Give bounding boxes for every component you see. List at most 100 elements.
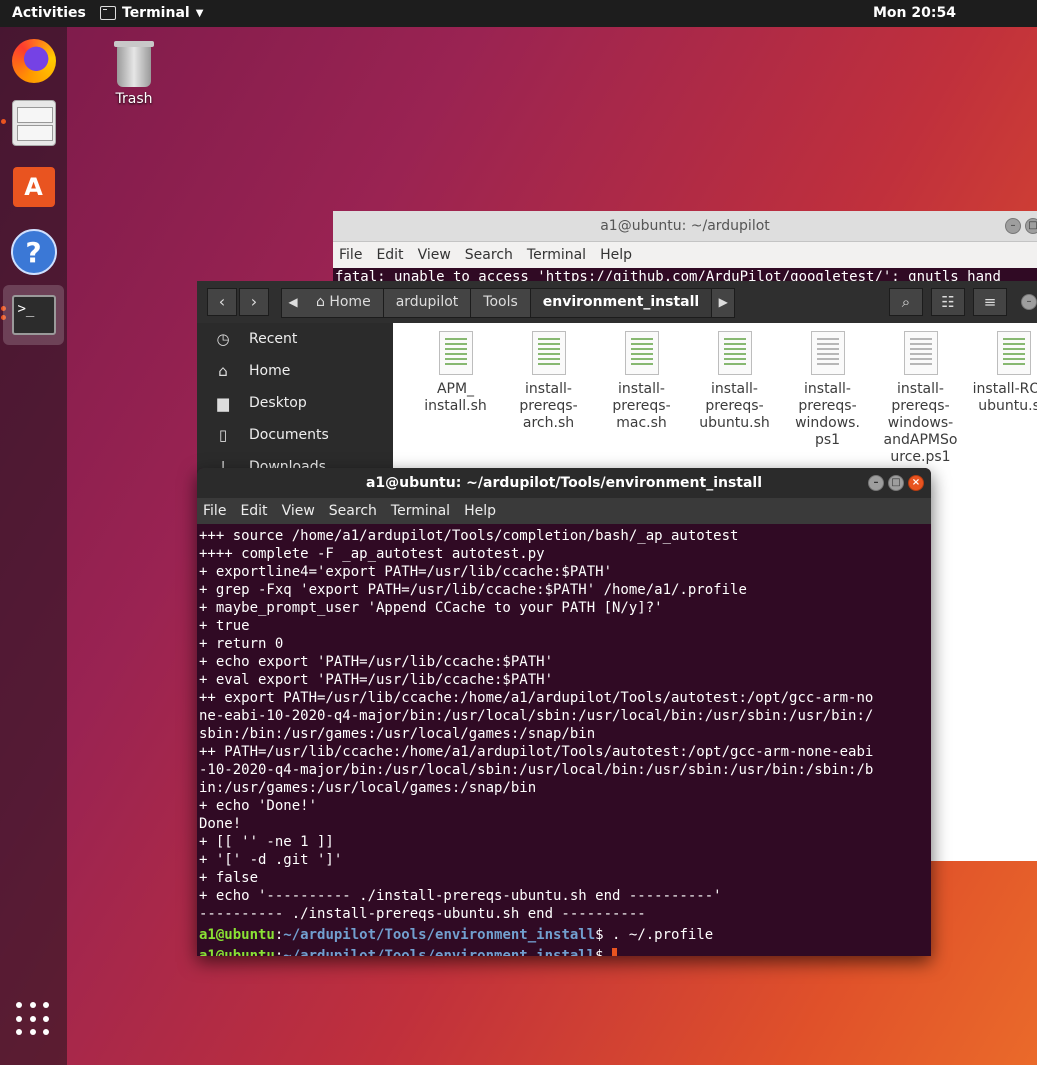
forward-button[interactable]: › [239,288,269,316]
file-item[interactable]: install-ROS- ubuntu.sh [967,331,1037,466]
path-left-icon[interactable]: ◀ [282,289,304,317]
crumb-environment-install[interactable]: environment_install [530,289,713,317]
app-menu[interactable]: Terminal ▼ [100,5,203,21]
dock-firefox[interactable] [3,31,64,91]
file-item[interactable]: APM_ install.sh [409,331,502,466]
file-grid: APM_ install.sh install- prereqs- arch.s… [409,331,1037,466]
menu-search[interactable]: Search [329,503,377,519]
document-icon: ▯ [218,426,228,444]
minimize-button[interactable]: – [1005,218,1021,234]
dock-terminal[interactable]: >_ [3,285,64,345]
script-file-icon [996,331,1031,375]
view-toggle-icon[interactable]: ☷ [931,288,965,316]
activities-button[interactable]: Activities [12,5,86,21]
terminal-mini-icon [100,6,116,20]
sidebar-item-label: Desktop [249,395,307,411]
text-file-icon [810,331,845,375]
maximize-button[interactable]: □ [1025,218,1037,234]
file-item[interactable]: install- prereqs- ubuntu.sh [688,331,781,466]
maximize-button[interactable]: □ [888,475,904,491]
terminal-icon: >_ [11,295,56,335]
menu-edit[interactable]: Edit [376,247,403,263]
file-label: install-ROS- ubuntu.sh [972,381,1037,414]
minimize-button[interactable]: – [868,475,884,491]
show-applications-icon[interactable] [16,1002,50,1036]
prompt-path: ~/ardupilot/Tools/environment_install [283,927,596,943]
path-right-icon[interactable]: ▶ [712,289,735,317]
terminal-content[interactable]: +++ source /home/a1/ardupilot/Tools/comp… [197,524,931,956]
dock: A ? >_ [0,27,67,1065]
crumb-tools[interactable]: Tools [471,289,531,317]
search-icon[interactable]: ⌕ [889,288,923,316]
top-bar: Activities Terminal ▼ Mon 20:54 [0,0,1037,27]
help-icon: ? [10,229,57,275]
file-label: install- prereqs- windows- andAPMSo urce… [883,381,958,465]
crumb-home[interactable]: ⌂ Home [304,289,384,317]
menu-file[interactable]: File [203,503,226,519]
file-item[interactable]: install- prereqs- windows. ps1 [781,331,874,466]
sidebar-item-label: Documents [249,427,329,443]
script-file-icon [717,331,752,375]
file-label: install- prereqs- windows. ps1 [795,381,860,448]
menu-file[interactable]: File [339,247,362,263]
breadcrumb: ◀ ⌂ Home ardupilot Tools environment_ins… [281,288,736,318]
prompt-line: a1@ubuntu:~/ardupilot/Tools/environment_… [199,927,714,943]
prompt-line: a1@ubuntu:~/ardupilot/Tools/environment_… [197,944,931,956]
menu-view[interactable]: View [418,247,451,263]
script-file-icon [438,331,473,375]
sidebar-item-home[interactable]: ⌂ Home [197,355,393,387]
crumb-ardupilot[interactable]: ardupilot [383,289,472,317]
dock-software[interactable]: A [3,157,64,217]
menu-terminal[interactable]: Terminal [527,247,586,263]
file-label: install- prereqs- mac.sh [612,381,671,431]
sidebar-item-label: Home [249,363,291,379]
sidebar-item-recent[interactable]: ◷ Recent [197,323,393,355]
dock-help[interactable]: ? [3,222,64,282]
file-item[interactable]: install- prereqs- windows- andAPMSo urce… [874,331,967,466]
menu-bar: File Edit View Search Terminal Help [197,498,931,524]
title-bar[interactable]: a1@ubuntu: ~/ardupilot/Tools/environment… [197,468,931,498]
sidebar-item-label: Recent [249,331,298,347]
firefox-icon [11,39,56,83]
trash-icon [114,41,154,87]
prompt-dollar: $ [595,948,613,956]
dock-files[interactable] [3,93,64,153]
folder-icon: ▆ [217,394,229,412]
desktop-trash[interactable]: Trash [103,41,165,107]
home-icon: ⌂ [218,362,228,380]
trash-label: Trash [115,91,153,107]
software-icon: A [12,167,55,207]
caret-down-icon: ▼ [195,7,204,19]
terminal-output: +++ source /home/a1/ardupilot/Tools/comp… [199,528,874,922]
header-bar: ‹ › ◀ ⌂ Home ardupilot Tools environment… [197,281,1037,323]
sidebar-item-desktop[interactable]: ▆ Desktop [197,387,393,419]
menu-edit[interactable]: Edit [240,503,267,519]
clock-icon: ◷ [216,330,230,348]
minimize-button[interactable]: – [1021,294,1037,310]
menu-icon[interactable]: ≡ [973,288,1007,316]
menu-search[interactable]: Search [465,247,513,263]
window-title: a1@ubuntu: ~/ardupilot/Tools/environment… [365,475,763,491]
prompt-user: a1@ubuntu [199,927,275,943]
file-label: APM_ install.sh [424,381,487,414]
window-title: a1@ubuntu: ~/ardupilot [600,218,770,234]
text-file-icon [903,331,938,375]
menu-terminal[interactable]: Terminal [391,503,450,519]
file-label: install- prereqs- arch.sh [519,381,578,431]
file-item[interactable]: install- prereqs- arch.sh [502,331,595,466]
sidebar-item-documents[interactable]: ▯ Documents [197,419,393,451]
file-label: install- prereqs- ubuntu.sh [699,381,770,431]
text-cursor [612,948,618,956]
close-button[interactable]: × [908,475,924,491]
command-text: . ~/.profile [612,927,714,943]
menu-help[interactable]: Help [464,503,496,519]
crumb-home-label: Home [329,294,371,310]
file-item[interactable]: install- prereqs- mac.sh [595,331,688,466]
prompt-user: a1@ubuntu [199,948,275,956]
title-bar[interactable]: a1@ubuntu: ~/ardupilot – □ [333,211,1037,242]
menu-view[interactable]: View [282,503,315,519]
terminal-window-front[interactable]: a1@ubuntu: ~/ardupilot/Tools/environment… [197,468,931,956]
clock[interactable]: Mon 20:54 [873,5,956,21]
menu-help[interactable]: Help [600,247,632,263]
back-button[interactable]: ‹ [207,288,237,316]
